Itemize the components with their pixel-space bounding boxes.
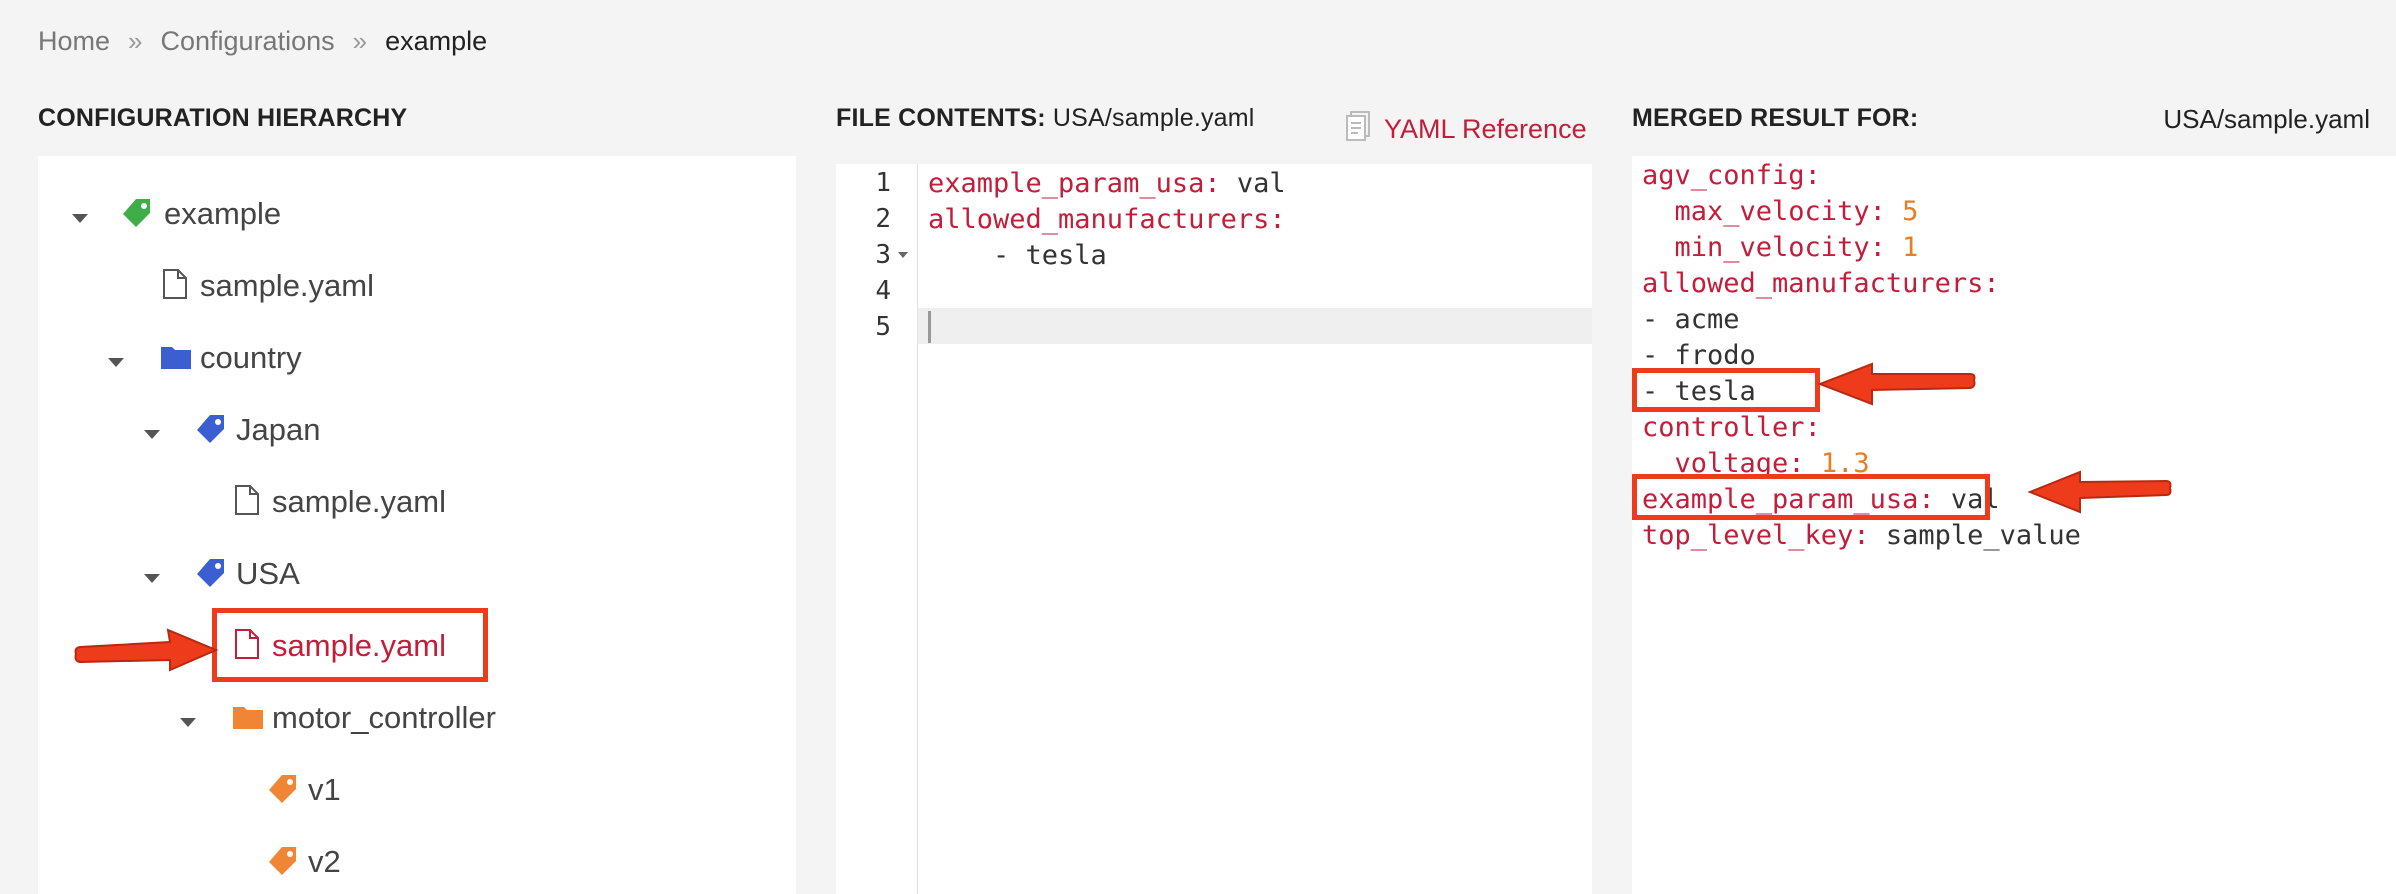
breadcrumb-home-link[interactable]: Home	[38, 26, 110, 57]
caret-down-icon[interactable]	[144, 430, 160, 439]
merged-line: top_level_key: sample_value	[1642, 520, 2081, 551]
merged-line: - frodo	[1642, 340, 1756, 371]
yaml-key: top_level_key	[1642, 520, 1854, 551]
tree-node-label[interactable]: sample.yaml	[200, 268, 374, 304]
breadcrumb-configurations-link[interactable]: Configurations	[161, 26, 335, 57]
line-number: 1	[875, 168, 891, 198]
breadcrumb-separator: »	[352, 26, 368, 56]
line-number: 5	[875, 312, 891, 342]
code-line[interactable]: example_param_usa: val	[928, 168, 1286, 199]
yaml-key: min_velocity	[1642, 232, 1870, 263]
yaml-key: example_param_usa	[928, 168, 1205, 199]
yaml-value: sample_value	[1869, 520, 2081, 551]
tree-node-label-selected[interactable]: sample.yaml	[272, 628, 446, 664]
breadcrumb-current: example	[385, 26, 488, 56]
tree-node-label[interactable]: v1	[308, 772, 341, 808]
tree-node-label[interactable]: motor_controller	[272, 700, 496, 736]
fold-toggle-icon[interactable]	[898, 252, 908, 258]
folder-icon	[160, 344, 192, 375]
yaml-reference-link[interactable]: YAML Reference	[1346, 110, 1587, 149]
breadcrumb-separator: »	[128, 26, 143, 56]
yaml-key: agv_config	[1642, 160, 1805, 191]
annotation-arrow-icon	[74, 628, 219, 672]
caret-down-icon[interactable]	[144, 574, 160, 583]
merged-line: max_velocity: 5	[1642, 196, 1919, 227]
yaml-key: allowed_manufacturers	[928, 204, 1270, 235]
merged-heading: MERGED RESULT FOR:	[1632, 104, 1919, 132]
merged-path: USA/sample.yaml	[2163, 104, 2370, 134]
yaml-colon: :	[1853, 520, 1870, 551]
merged-line: agv_config:	[1642, 160, 1821, 191]
caret-down-icon[interactable]	[72, 214, 88, 223]
breadcrumb: Home » Configurations » example	[38, 26, 487, 57]
caret-down-icon[interactable]	[180, 718, 196, 727]
file-icon	[234, 628, 260, 665]
file-icon	[234, 484, 260, 521]
annotation-arrow-icon	[2027, 470, 2172, 514]
merged-line: controller:	[1642, 412, 1821, 443]
yaml-editor[interactable]: 1 2 3 4 5 example_param_usa: val allowed…	[836, 164, 1592, 894]
line-number: 4	[875, 276, 891, 306]
merged-line: - acme	[1642, 304, 1740, 335]
annotation-arrow-icon	[1817, 362, 1976, 406]
merged-line: allowed_manufacturers:	[1642, 268, 2000, 299]
hierarchy-heading: CONFIGURATION HIERARCHY	[38, 104, 408, 132]
merged-result: agv_config: max_velocity: 5 min_velocity…	[1632, 156, 2396, 894]
editor-gutter: 1 2 3 4 5	[836, 164, 918, 894]
yaml-reference-label: YAML Reference	[1384, 114, 1587, 144]
file-contents-label: FILE CONTENTS:	[836, 104, 1046, 132]
clipboard-icon	[1346, 110, 1372, 149]
yaml-colon: :	[1983, 268, 2000, 299]
tree-node-label[interactable]: example	[164, 196, 281, 232]
yaml-colon: :	[1869, 232, 1886, 263]
tag-icon	[196, 414, 226, 449]
line-number: 2	[875, 204, 891, 234]
yaml-colon: :	[1804, 160, 1821, 191]
active-line-highlight	[918, 308, 1592, 344]
configuration-tree: example sample.yaml country Japan sample…	[38, 156, 796, 894]
tree-node-label[interactable]: USA	[236, 556, 300, 592]
tree-node-label[interactable]: sample.yaml	[272, 484, 446, 520]
tag-icon	[268, 846, 298, 881]
line-number: 3	[875, 240, 891, 270]
example-param-highlight-box	[1632, 474, 1990, 520]
yaml-number: 5	[1885, 196, 1919, 227]
merged-line: min_velocity: 1	[1642, 232, 1919, 263]
file-contents-path: USA/sample.yaml	[1052, 104, 1255, 132]
tree-node-label[interactable]: country	[200, 340, 302, 376]
yaml-value: val	[1220, 168, 1286, 199]
yaml-value: - tesla	[928, 240, 1107, 271]
tag-icon	[196, 558, 226, 593]
tag-icon	[122, 198, 152, 233]
tree-node-label[interactable]: Japan	[236, 412, 320, 448]
yaml-colon: :	[1269, 204, 1286, 235]
file-contents-heading: FILE CONTENTS: USA/sample.yaml	[836, 104, 1255, 133]
text-cursor	[928, 311, 931, 343]
tree-node-label[interactable]: v2	[308, 844, 341, 880]
yaml-key: controller	[1642, 412, 1805, 443]
code-line[interactable]: - tesla	[928, 240, 1107, 271]
yaml-colon: :	[1869, 196, 1886, 227]
yaml-value: - acme	[1642, 304, 1740, 335]
yaml-value: - frodo	[1642, 340, 1756, 371]
yaml-colon: :	[1204, 168, 1221, 199]
tesla-highlight-box	[1632, 368, 1820, 412]
yaml-number: 1	[1885, 232, 1919, 263]
yaml-key: allowed_manufacturers	[1642, 268, 1984, 299]
caret-down-icon[interactable]	[108, 358, 124, 367]
code-line[interactable]: allowed_manufacturers:	[928, 204, 1286, 235]
file-icon	[162, 268, 188, 305]
folder-icon	[232, 704, 264, 735]
yaml-colon: :	[1804, 412, 1821, 443]
yaml-key: max_velocity	[1642, 196, 1870, 227]
tag-icon	[268, 774, 298, 809]
